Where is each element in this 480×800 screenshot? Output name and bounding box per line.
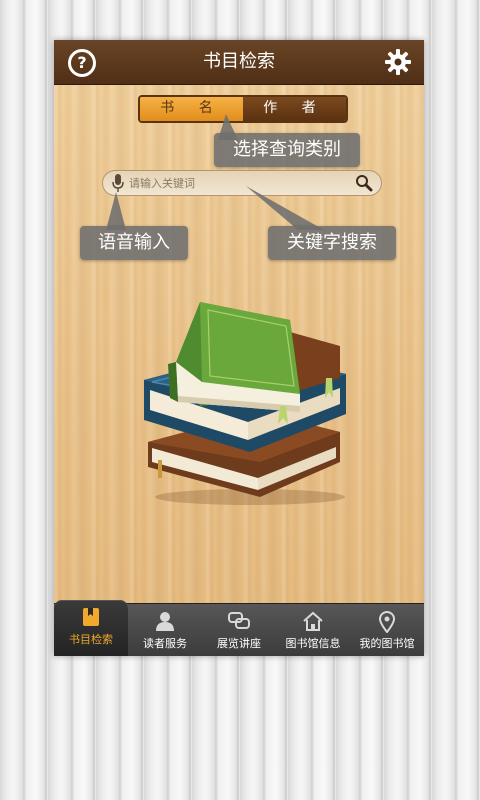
callout-keyword-search: 关键字搜索 — [268, 226, 396, 260]
tab-label: 书目检索 — [69, 633, 113, 646]
top-bar: ? 书目检索 — [54, 40, 424, 85]
callout-voice-input: 语音输入 — [80, 226, 188, 260]
search-type-author-option[interactable]: 作 者 — [243, 97, 346, 121]
chat-icon — [228, 612, 250, 629]
home-icon — [303, 611, 323, 631]
tab-reader-services[interactable]: 读者服务 — [128, 604, 202, 656]
books-illustration — [144, 302, 346, 505]
tab-label: 展览讲座 — [217, 637, 261, 650]
location-pin-icon — [378, 611, 396, 633]
microphone-icon[interactable] — [112, 174, 124, 192]
gear-icon[interactable] — [384, 48, 412, 76]
tab-label: 我的图书馆 — [359, 637, 415, 650]
tab-label: 图书馆信息 — [285, 637, 341, 650]
person-icon — [156, 612, 174, 631]
tab-library-info[interactable]: 图书馆信息 — [276, 604, 350, 656]
page-title: 书目检索 — [203, 51, 275, 72]
search-icon[interactable] — [355, 174, 373, 192]
tab-catalog-search[interactable]: 书目检索 — [54, 600, 128, 656]
tab-label: 读者服务 — [143, 637, 187, 650]
bottom-tab-bar: 书目检索 读者服务 展览讲座 图书馆信息 我的图书馆 — [54, 600, 424, 656]
book-icon — [83, 608, 99, 626]
tab-my-library[interactable]: 我的图书馆 — [350, 604, 424, 656]
tab-exhibitions-lectures[interactable]: 展览讲座 — [202, 604, 276, 656]
app-screen: ? 书目检索 书 名 作 者 选择查询类别 请输入关键词 语音输入 关键字搜索 … — [54, 40, 424, 656]
callout-select-type: 选择查询类别 — [214, 133, 360, 167]
